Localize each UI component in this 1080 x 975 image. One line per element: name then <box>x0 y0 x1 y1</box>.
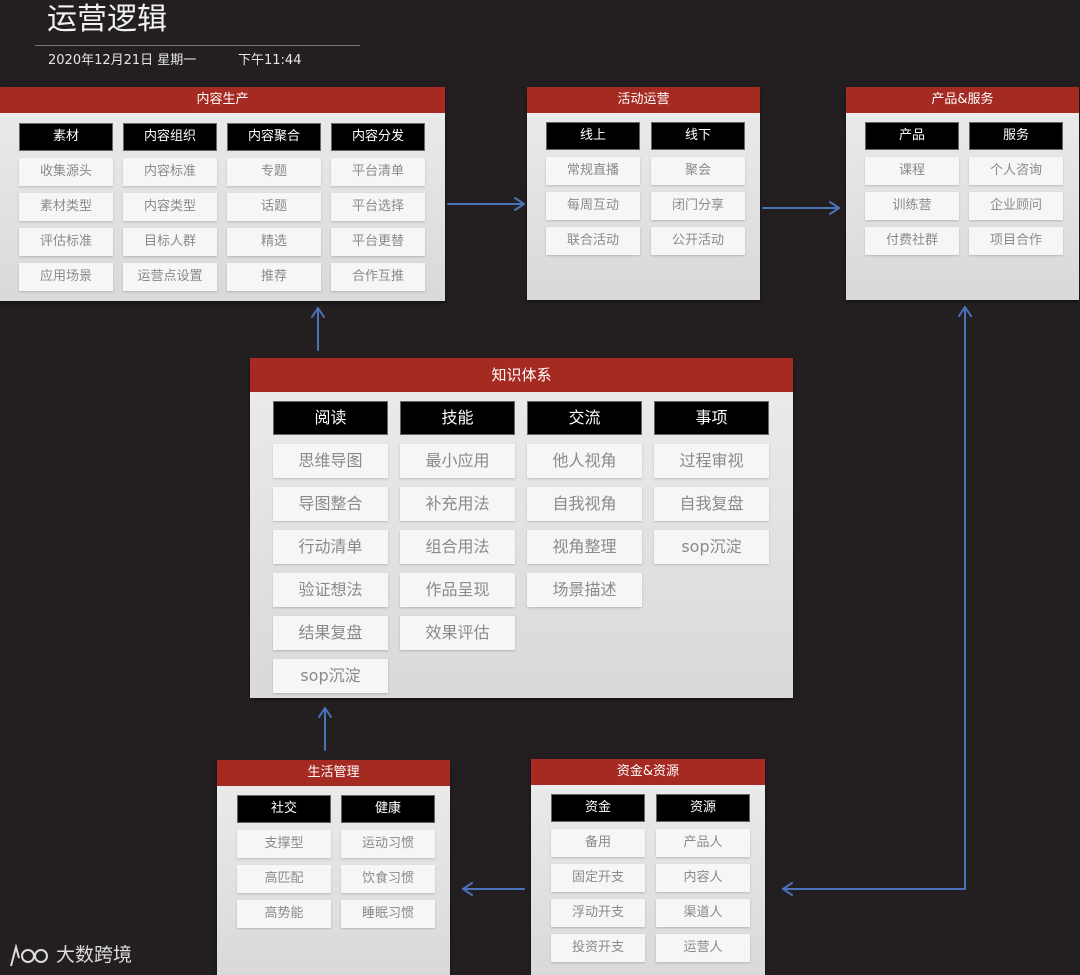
flow-arrows <box>311 197 972 896</box>
arrow-life-to-knowledge <box>318 707 332 751</box>
watermark-text: 大数跨境 <box>56 944 133 966</box>
brand-mark-icon <box>10 942 48 966</box>
arrow-funds-to-life <box>462 882 525 896</box>
watermark-logo: 大数跨境 <box>8 940 132 970</box>
arrow-content-to-activity <box>447 197 525 211</box>
arrow-funds-products-bidirectional <box>782 306 972 896</box>
arrow-knowledge-to-content <box>311 307 325 351</box>
arrow-activity-to-products <box>762 201 840 215</box>
